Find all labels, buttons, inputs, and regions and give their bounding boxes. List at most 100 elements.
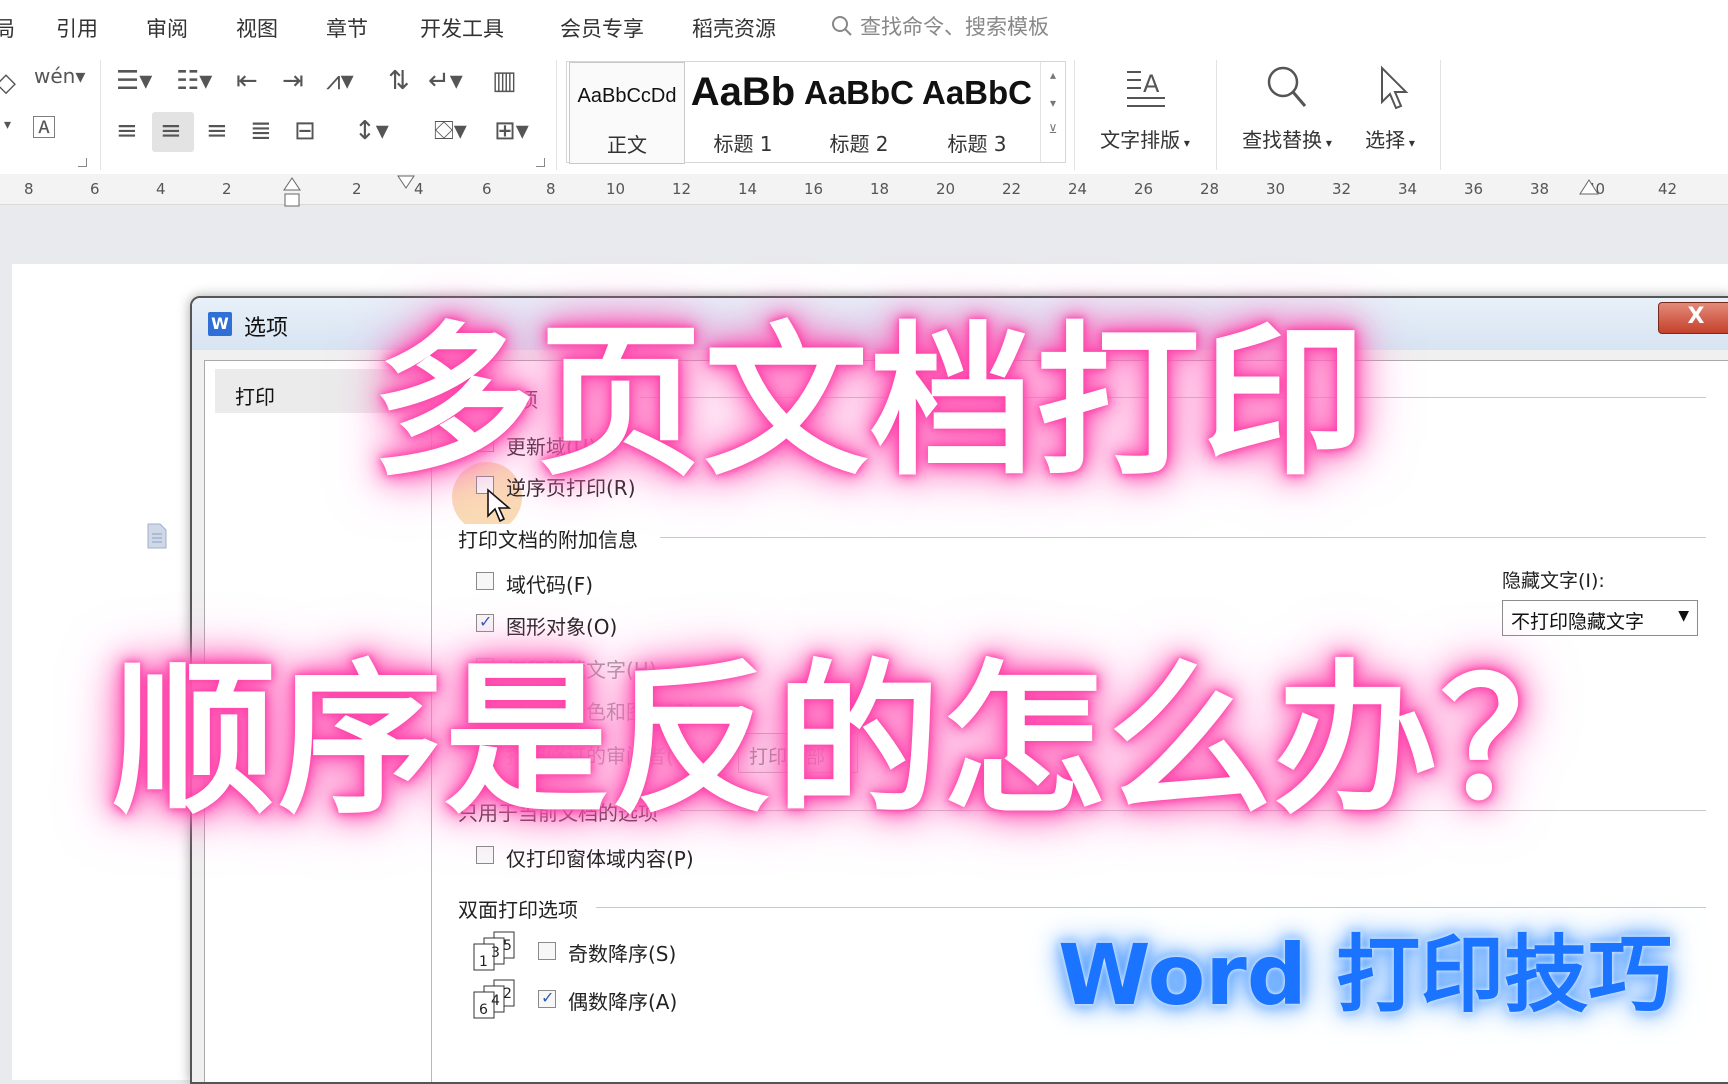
page-number: 2 bbox=[503, 986, 512, 1002]
style-normal[interactable]: AaBbCcDd 正文 bbox=[569, 62, 685, 164]
table-grid-icon[interactable]: ▥ bbox=[492, 68, 517, 94]
decrease-indent-icon[interactable]: ⇤ bbox=[236, 68, 258, 94]
align-center-icon[interactable]: ≡ bbox=[160, 118, 182, 144]
hidden-text-option-label: 隐藏文字(I): bbox=[1502, 570, 1605, 592]
borders-icon[interactable]: ⊞▾ bbox=[494, 118, 529, 144]
ruler-tick: 30 bbox=[1266, 180, 1286, 198]
ruler-tick: 24 bbox=[1068, 180, 1088, 198]
field-codes-checkbox[interactable] bbox=[476, 572, 494, 590]
horizontal-ruler[interactable]: 8 6 4 2 2 4 6 8 10 12 14 16 18 20 22 24 … bbox=[0, 174, 1728, 207]
group-divider bbox=[660, 537, 1706, 538]
ruler-tick: 34 bbox=[1398, 180, 1418, 198]
page-number: 3 bbox=[491, 945, 500, 961]
overlay-tag: Word 打印技巧 bbox=[1058, 926, 1673, 1024]
ruler-tick: 16 bbox=[804, 180, 824, 198]
menu-member[interactable]: 会员专享 bbox=[560, 13, 644, 43]
style-label: 标题 1 bbox=[713, 132, 773, 156]
close-button[interactable]: X bbox=[1658, 302, 1728, 334]
even-descending-checkbox[interactable] bbox=[538, 988, 556, 1008]
paragraph-dialog-launcher-icon[interactable] bbox=[536, 158, 545, 167]
style-heading-1[interactable]: AaBb 标题 1 bbox=[687, 62, 799, 162]
char-border-icon[interactable]: 🄰 bbox=[32, 116, 56, 140]
form-fields-checkbox[interactable] bbox=[476, 846, 494, 864]
ruler-tick: 8 bbox=[546, 180, 556, 198]
page-number: 1 bbox=[479, 954, 488, 970]
font-dialog-launcher-icon[interactable] bbox=[78, 158, 87, 167]
right-indent-marker-icon[interactable] bbox=[1578, 178, 1600, 196]
phonetic-guide-label: wén bbox=[34, 64, 76, 88]
overlay-title-line1: 多页文档打印 bbox=[372, 307, 1369, 498]
menu-layout[interactable]: 局 bbox=[0, 13, 15, 43]
style-sample: AaBbC bbox=[921, 74, 1032, 111]
ruler-tick: 10 bbox=[606, 180, 626, 198]
chinese-layout-icon[interactable]: ⩘▾ bbox=[326, 68, 354, 94]
menu-references[interactable]: 引用 bbox=[56, 13, 98, 43]
pointer-icon bbox=[1381, 65, 1409, 110]
ruler-tick: 38 bbox=[1530, 180, 1550, 198]
numbered-list-icon[interactable]: ☷▾ bbox=[176, 68, 212, 94]
highlight-icon[interactable]: ◇ bbox=[0, 70, 16, 96]
dropdown-arrow-icon[interactable]: ▾ bbox=[4, 118, 11, 132]
odd-pages-icon: 1 3 5 bbox=[473, 931, 515, 971]
phonetic-guide-icon[interactable]: wén▾ bbox=[34, 66, 85, 86]
ruler-tick: 4 bbox=[156, 180, 166, 198]
ruler-tick: 32 bbox=[1332, 180, 1352, 198]
text-layout-label: 文字排版 bbox=[1100, 128, 1181, 152]
ribbon-separator bbox=[1216, 60, 1217, 170]
style-heading-2[interactable]: AaBbC 标题 2 bbox=[803, 62, 915, 162]
distributed-icon[interactable]: ⊟ bbox=[294, 118, 316, 144]
odd-descending-checkbox[interactable] bbox=[538, 942, 556, 960]
menu-developer[interactable]: 开发工具 bbox=[420, 13, 504, 43]
ribbon: ◇ wén▾ ▾ 🄰 ☰▾ ☷▾ ⇤ ⇥ ⩘▾ ⇅ ↵▾ ▥ ≡ ≡ ≡ ≣ ⊟… bbox=[0, 52, 1728, 175]
magnifier-icon bbox=[1267, 66, 1307, 107]
page-number: 5 bbox=[503, 938, 512, 954]
style-sample: AaBbCcDd bbox=[577, 85, 677, 107]
sort-icon[interactable]: ⇅ bbox=[388, 68, 410, 94]
justify-icon[interactable]: ≣ bbox=[250, 118, 272, 144]
increase-indent-icon[interactable]: ⇥ bbox=[282, 68, 304, 94]
align-left-icon[interactable]: ≡ bbox=[116, 118, 138, 144]
menu-docer[interactable]: 稻壳资源 bbox=[692, 13, 776, 43]
shading-icon[interactable]: ⛋▾ bbox=[434, 118, 467, 144]
ruler-tick: 2 bbox=[222, 180, 232, 198]
style-sample: AaBb bbox=[690, 70, 796, 114]
text-layout-button[interactable]: A 文字排版 ▾ bbox=[1090, 62, 1200, 153]
ruler-tick: 28 bbox=[1200, 180, 1220, 198]
additional-info-group-label: 打印文档的附加信息 bbox=[458, 524, 642, 553]
show-marks-icon[interactable]: ↵▾ bbox=[428, 68, 463, 94]
scroll-down-icon[interactable]: ▾ bbox=[1041, 96, 1065, 110]
ribbon-separator bbox=[100, 60, 101, 170]
wps-writer-icon: W bbox=[208, 312, 232, 336]
left-indent-marker-icon[interactable] bbox=[280, 176, 304, 212]
select-button[interactable]: 选择 ▾ bbox=[1350, 62, 1430, 153]
style-sample: AaBbC bbox=[803, 74, 914, 111]
align-right-icon[interactable]: ≡ bbox=[206, 118, 228, 144]
search-placeholder: 查找命令、搜索模板 bbox=[860, 15, 1049, 39]
style-heading-3[interactable]: AaBbC 标题 3 bbox=[919, 62, 1035, 162]
overlay-title-line2: 顺序是反的怎么办？ bbox=[112, 645, 1607, 836]
svg-text:A: A bbox=[1143, 70, 1160, 98]
expand-gallery-icon[interactable]: ⊻ bbox=[1041, 122, 1065, 136]
first-line-indent-marker-icon[interactable] bbox=[396, 174, 416, 190]
page-icon[interactable] bbox=[145, 522, 169, 550]
line-spacing-icon[interactable]: ↕▾ bbox=[354, 118, 389, 144]
menu-view[interactable]: 视图 bbox=[236, 13, 278, 43]
menu-section[interactable]: 章节 bbox=[326, 13, 368, 43]
scroll-up-icon[interactable]: ▴ bbox=[1041, 68, 1065, 82]
ruler-tick: 6 bbox=[90, 180, 100, 198]
menu-bar: 局 引用 审阅 视图 章节 开发工具 会员专享 稻壳资源 查找命令、搜索模板 bbox=[0, 0, 1728, 52]
bullet-list-icon[interactable]: ☰▾ bbox=[116, 68, 152, 94]
page-number: 6 bbox=[479, 1002, 488, 1018]
find-replace-button[interactable]: 查找替换 ▾ bbox=[1232, 62, 1342, 153]
form-fields-label: 仅打印窗体域内容(P) bbox=[506, 847, 694, 871]
ruler-tick: 26 bbox=[1134, 180, 1154, 198]
ruler-tick: 8 bbox=[24, 180, 34, 198]
ruler-tick: 14 bbox=[738, 180, 758, 198]
text-layout-icon: A bbox=[1127, 70, 1165, 107]
command-search[interactable]: 查找命令、搜索模板 bbox=[830, 11, 1049, 41]
ruler-tick: 18 bbox=[870, 180, 890, 198]
menu-review[interactable]: 审阅 bbox=[146, 13, 188, 43]
styles-scroll[interactable]: ▴ ▾ ⊻ bbox=[1040, 62, 1065, 162]
field-codes-label: 域代码(F) bbox=[506, 573, 594, 597]
odd-descending-label: 奇数降序(S) bbox=[568, 942, 677, 966]
